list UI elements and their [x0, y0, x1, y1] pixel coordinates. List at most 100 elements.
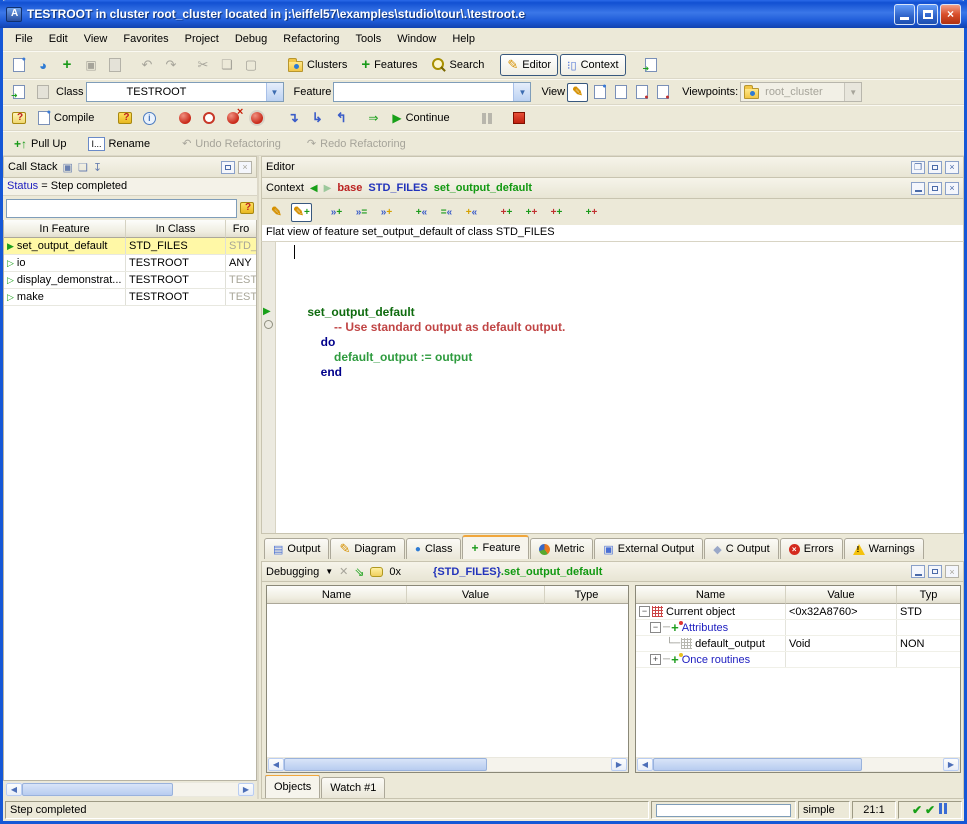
descendants-icon[interactable]: ++ — [521, 203, 542, 222]
go-to-current-line-icon[interactable]: ⇘ — [354, 565, 364, 579]
system-info-icon[interactable]: i — [138, 107, 160, 129]
objects-hscrollbar[interactable]: ◀ ▶ — [636, 757, 960, 772]
copy-icon[interactable]: ❏ — [216, 54, 238, 76]
assigners-icon[interactable]: »= — [351, 203, 372, 222]
table-row[interactable]: ▷make TESTROOT TEST — [4, 289, 256, 306]
context-minimize-icon[interactable] — [911, 182, 925, 195]
watch-column-type[interactable]: Type — [545, 586, 628, 604]
search-button[interactable]: Search — [426, 54, 491, 76]
features-button[interactable]: + Features — [355, 54, 423, 76]
pull-up-button[interactable]: +↑ Pull Up — [8, 133, 72, 155]
debugging-minimize-icon[interactable] — [911, 565, 925, 578]
save-all-icon[interactable] — [104, 54, 126, 76]
menu-debug[interactable]: Debug — [227, 31, 275, 47]
expression-bubble-icon[interactable] — [370, 567, 383, 577]
watch-hscrollbar[interactable]: ◀ ▶ — [267, 757, 628, 772]
scroll-left-icon[interactable]: ◀ — [6, 783, 22, 796]
menu-window[interactable]: Window — [389, 31, 444, 47]
tab-feature[interactable]: +Feature — [462, 535, 529, 559]
view-formatted-icon[interactable] — [590, 81, 609, 103]
editor-gutter[interactable]: ▶ — [262, 242, 276, 533]
external-editor-icon[interactable] — [640, 54, 662, 76]
menu-view[interactable]: View — [76, 31, 116, 47]
copy-call-stack-icon[interactable]: ❏ — [78, 161, 88, 174]
table-row[interactable]: +─+Once routines — [636, 652, 960, 668]
scroll-left-icon[interactable]: ◀ — [637, 758, 653, 771]
table-row[interactable]: └─default_output Void NON — [636, 636, 960, 652]
menu-favorites[interactable]: Favorites — [115, 31, 176, 47]
call-stack-filter-input[interactable] — [6, 199, 237, 218]
editor-title-bar[interactable]: Editor ❐ × — [261, 156, 964, 178]
debugging-close-tool-icon[interactable]: ✕ — [339, 565, 348, 578]
watch-column-value[interactable]: Value — [407, 586, 545, 604]
breadcrumb-feature[interactable]: set_output_default — [434, 182, 532, 194]
redo-icon[interactable]: ↷ — [160, 54, 182, 76]
editor-restore-icon[interactable]: ❐ — [911, 161, 925, 174]
objects-column-type[interactable]: Typ — [897, 586, 960, 604]
expand-icon[interactable]: + — [650, 654, 661, 665]
tab-output[interactable]: ▤Output — [264, 538, 329, 559]
compile-button[interactable]: Compile — [32, 107, 100, 129]
clusters-button[interactable]: Clusters — [282, 54, 353, 76]
menu-file[interactable]: File — [7, 31, 41, 47]
class-history-icon[interactable] — [32, 81, 54, 103]
table-row[interactable]: −─+Attributes — [636, 620, 960, 636]
tab-warnings[interactable]: Warnings — [844, 538, 924, 559]
view-flat-icon[interactable] — [632, 81, 651, 103]
scroll-right-icon[interactable]: ▶ — [238, 783, 254, 796]
menu-tools[interactable]: Tools — [348, 31, 390, 47]
context-back-icon[interactable]: ◀ — [310, 183, 318, 194]
debugging-menu-arrow-icon[interactable]: ▼ — [325, 567, 333, 576]
class-combo[interactable]: TESTROOT ▼ — [86, 82, 284, 102]
undo-icon[interactable]: ↶ — [136, 54, 158, 76]
call-stack-title-bar[interactable]: Call Stack ▣ ❏ ↧ × — [3, 156, 257, 178]
debugging-maximize-icon[interactable] — [928, 565, 942, 578]
creation-callees-icon[interactable]: +« — [461, 203, 482, 222]
creators-icon[interactable]: »+ — [376, 203, 397, 222]
step-over-icon[interactable]: ↳ — [306, 107, 328, 129]
column-from[interactable]: Fro — [226, 220, 256, 238]
collapse-icon[interactable]: − — [650, 622, 661, 633]
enable-breakpoints-icon[interactable] — [198, 107, 220, 129]
menu-edit[interactable]: Edit — [41, 31, 76, 47]
remove-breakpoints-icon[interactable] — [222, 107, 244, 129]
step-into-icon[interactable]: ↴ — [282, 107, 304, 129]
call-stack-hscrollbar[interactable]: ◀ ▶ — [5, 782, 255, 797]
tab-errors[interactable]: ×Errors — [780, 538, 843, 559]
breakpoints-window-icon[interactable] — [246, 107, 268, 129]
assignees-icon[interactable]: =« — [436, 203, 457, 222]
tab-c-output[interactable]: ◆C Output — [704, 538, 779, 559]
continue-button[interactable]: ▶ Continue — [386, 107, 455, 129]
table-row[interactable]: ▶set_output_default STD_FILES STD_ — [4, 238, 256, 255]
scroll-right-icon[interactable]: ▶ — [611, 758, 627, 771]
suppliers-icon[interactable]: ++ — [581, 203, 602, 222]
context-button[interactable]: ⁝▯ Context — [560, 54, 625, 76]
objects-table-body[interactable]: −Current object <0x32A8760> STD −─+Attri… — [636, 604, 960, 757]
title-bar[interactable]: TESTROOT in cluster root_cluster located… — [0, 0, 967, 28]
code-editor[interactable]: ▶ set_output_default -- Use standard out… — [261, 242, 964, 534]
callees-icon[interactable]: +« — [411, 203, 432, 222]
breadcrumb-cluster[interactable]: base — [337, 182, 362, 194]
feature-combo[interactable]: ▼ — [333, 82, 531, 102]
feature-combo-arrow-icon[interactable]: ▼ — [513, 83, 530, 101]
call-stack-close-icon[interactable]: × — [238, 161, 252, 174]
clients-icon[interactable]: ++ — [546, 203, 567, 222]
new-tab-icon[interactable]: + — [56, 54, 78, 76]
tab-diagram[interactable]: ✎Diagram — [330, 538, 404, 559]
run-to-cursor-icon[interactable]: ⇒ — [362, 107, 384, 129]
context-close-icon[interactable]: × — [945, 182, 959, 195]
collapse-icon[interactable]: − — [639, 606, 650, 617]
menu-help[interactable]: Help — [444, 31, 483, 47]
edit-feature-icon[interactable]: ✎ — [266, 203, 287, 222]
editor-button[interactable]: ✎ Editor — [500, 54, 558, 76]
column-in-class[interactable]: In Class — [126, 220, 226, 238]
step-out-icon[interactable]: ↰ — [330, 107, 352, 129]
error-info-icon[interactable] — [114, 107, 136, 129]
table-row[interactable]: ▷io TESTROOT ANY — [4, 255, 256, 272]
menu-refactoring[interactable]: Refactoring — [275, 31, 347, 47]
import-call-stack-icon[interactable]: ↧ — [93, 161, 102, 174]
context-forward-icon[interactable]: ▶ — [324, 183, 332, 194]
code-text[interactable]: set_output_default -- Use standard outpu… — [276, 242, 963, 533]
project-settings-icon[interactable] — [8, 107, 30, 129]
tab-external-output[interactable]: ▣External Output — [594, 538, 703, 559]
